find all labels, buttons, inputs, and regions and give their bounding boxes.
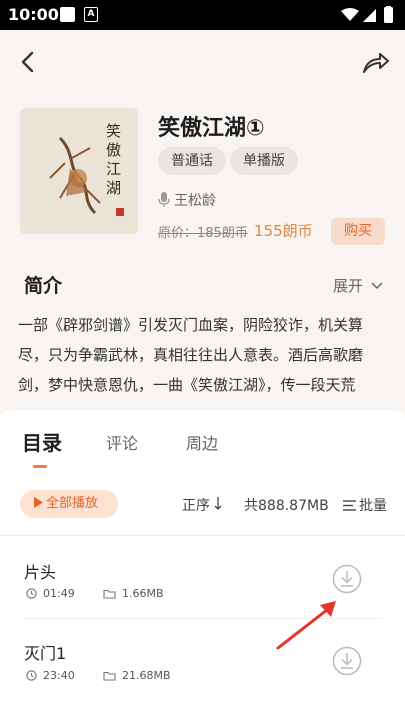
- tag-language: 普通话: [158, 147, 226, 175]
- track-title: 灭门1: [24, 644, 67, 663]
- author-name: 王松龄: [174, 193, 216, 209]
- track-size: 21.68MB: [103, 669, 171, 682]
- sort-label: 正序: [182, 498, 210, 514]
- track-duration: 01:49: [26, 587, 75, 600]
- play-icon: [34, 497, 43, 508]
- track-title: 片头: [24, 563, 57, 582]
- top-bar: [0, 30, 405, 96]
- sort-button[interactable]: 正序: [182, 495, 222, 515]
- size-value: 1.66MB: [122, 587, 164, 600]
- chevron-down-icon: [371, 282, 383, 290]
- duration-value: 23:40: [43, 669, 75, 682]
- share-icon[interactable]: [361, 50, 391, 76]
- tab-related[interactable]: 周边: [186, 430, 218, 454]
- book-title: 笑傲江湖①: [158, 116, 265, 141]
- track-duration: 23:40: [26, 669, 75, 682]
- batch-button[interactable]: 批量: [343, 495, 387, 515]
- expand-label: 展开: [333, 277, 364, 295]
- buy-button[interactable]: 购买: [331, 218, 385, 245]
- clock-icon: [26, 670, 37, 681]
- status-bar: 10:00 A: [0, 0, 405, 30]
- intro-text: 一部《辟邪剑谱》引发灭门血案，阴险狡诈，机关算尽，只为争霸武林，真相往往出人意表…: [18, 316, 364, 394]
- intro-heading: 简介: [24, 275, 63, 297]
- tab-indicator: [33, 465, 47, 468]
- folder-icon: [103, 671, 116, 681]
- batch-label: 批量: [359, 498, 387, 514]
- clock-icon: [26, 588, 37, 599]
- status-icons: [341, 6, 393, 23]
- price: 155朗币: [254, 222, 313, 240]
- notification-icon: [60, 7, 75, 22]
- total-size: 共888.87MB: [244, 498, 329, 514]
- play-all-button[interactable]: 全部播放: [20, 490, 118, 518]
- list-icon: [343, 500, 356, 511]
- status-time: 10:00: [8, 5, 59, 24]
- folder-icon: [103, 589, 116, 599]
- sort-arrow-icon: [214, 497, 222, 510]
- author[interactable]: 王松龄: [158, 190, 216, 210]
- annotation-arrow-icon: [276, 601, 336, 650]
- back-icon[interactable]: [16, 48, 42, 76]
- duration-value: 01:49: [43, 587, 75, 600]
- tab-catalog[interactable]: 目录: [22, 427, 62, 456]
- expand-button[interactable]: 展开: [333, 275, 383, 296]
- track-size: 1.66MB: [103, 587, 164, 600]
- original-price: 原价：185朗币: [158, 226, 248, 241]
- size-value: 21.68MB: [122, 669, 171, 682]
- tag-edition: 单播版: [230, 147, 298, 175]
- tab-comments[interactable]: 评论: [106, 430, 138, 454]
- cover-calligraphy: 笑傲江湖: [106, 122, 122, 197]
- app-notification-icon: A: [84, 7, 98, 22]
- book-cover[interactable]: 笑傲江湖: [20, 108, 138, 234]
- download-icon[interactable]: [331, 563, 363, 595]
- play-all-label: 全部播放: [46, 496, 99, 511]
- microphone-icon: [158, 192, 170, 207]
